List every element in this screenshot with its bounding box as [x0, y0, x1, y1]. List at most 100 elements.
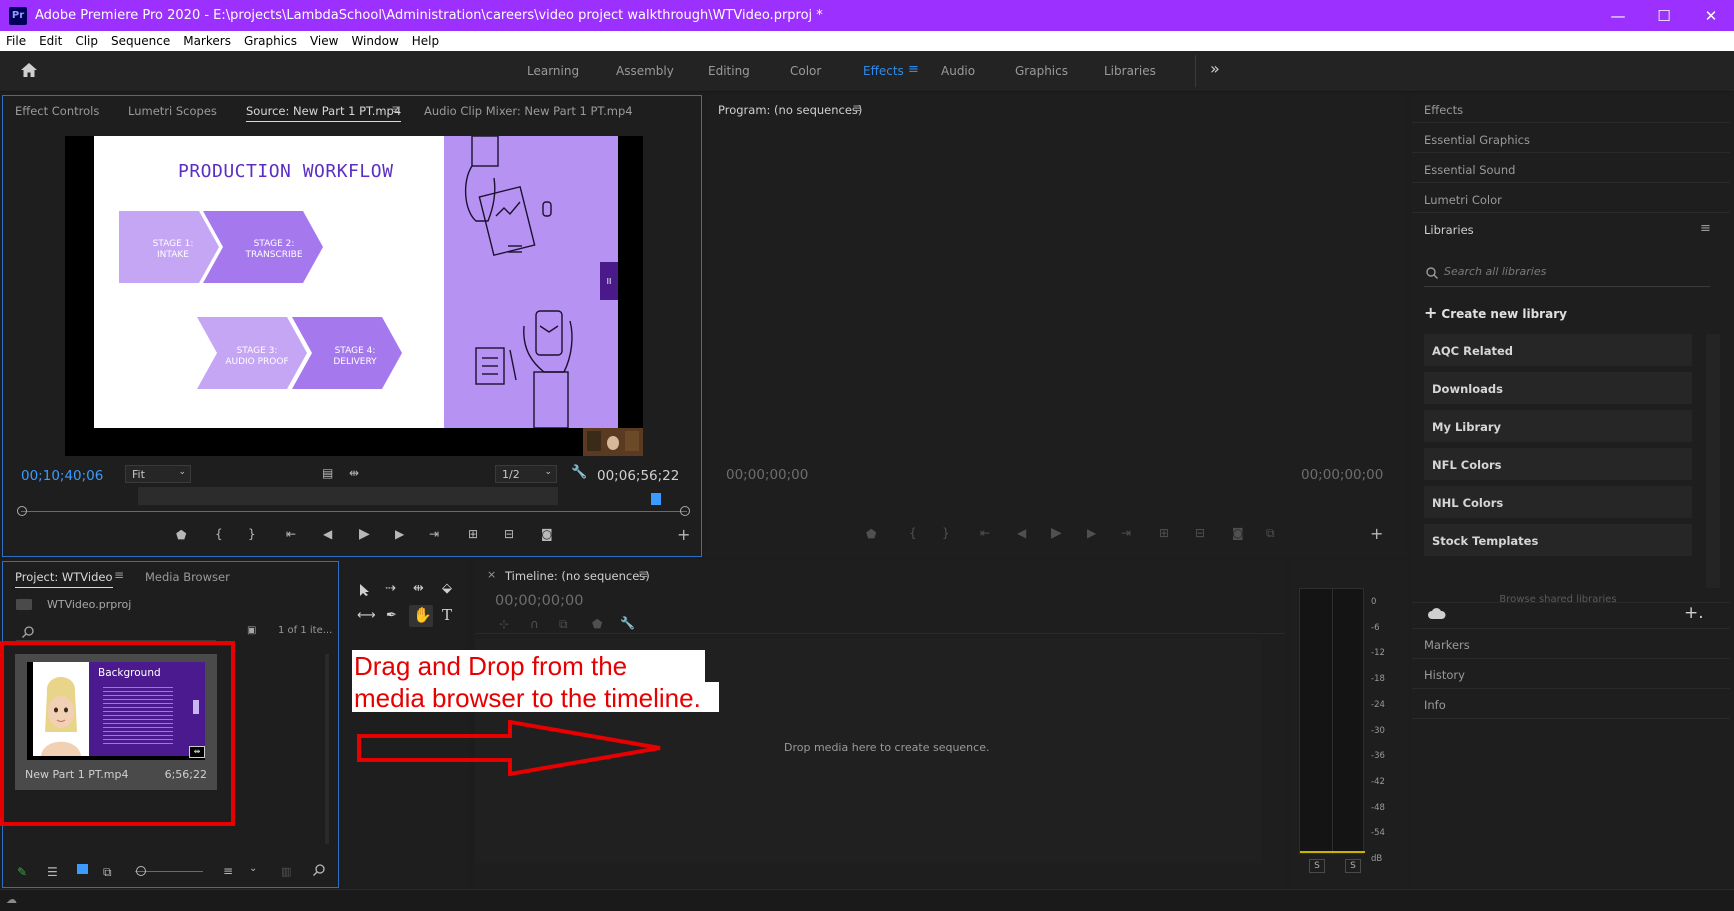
tab-source[interactable]: Source: New Part 1 PT.mp4 — [246, 104, 402, 122]
add-marker-icon[interactable]: ⬟ — [592, 617, 602, 631]
go-to-in-icon[interactable]: ⇤ — [286, 527, 296, 541]
library-item[interactable]: NHL Colors — [1424, 486, 1692, 518]
resolution-dropdown[interactable]: 1/2 ⌄ — [495, 465, 557, 483]
home-icon[interactable] — [20, 62, 38, 78]
minimize-button[interactable]: — — [1595, 0, 1641, 31]
timeline-panel-menu-icon[interactable]: ≡ — [638, 567, 648, 581]
razor-tool-icon[interactable]: ⬙ — [442, 581, 452, 596]
solo-right-button[interactable]: S — [1345, 859, 1361, 873]
step-forward-icon[interactable]: ▶ — [1087, 526, 1096, 540]
source-zoom-scrollbar[interactable] — [138, 487, 558, 505]
mark-out-icon[interactable]: } — [248, 527, 256, 541]
linked-selection-icon[interactable]: ⧉ — [559, 617, 568, 632]
sort-icons-icon[interactable]: ≡ — [223, 864, 233, 878]
wrench-settings-icon[interactable]: 🔧 — [571, 465, 587, 480]
maximize-button[interactable]: ☐ — [1641, 0, 1687, 31]
workspace-learning[interactable]: Learning — [527, 64, 579, 78]
workspace-audio[interactable]: Audio — [941, 64, 975, 78]
library-item[interactable]: Downloads — [1424, 372, 1692, 404]
add-button-icon[interactable]: + — [1370, 524, 1383, 543]
menu-help[interactable]: Help — [412, 34, 439, 48]
new-search-bin-icon[interactable]: ▣ — [247, 625, 256, 636]
go-to-out-icon[interactable]: ⇥ — [1121, 526, 1131, 540]
program-timecode-current[interactable]: 00;00;00;00 — [726, 467, 808, 483]
panel-info[interactable]: Info — [1424, 698, 1446, 712]
safe-margins-icon[interactable]: ▤ — [322, 466, 333, 480]
source-timecode-current[interactable]: 00;10;40;06 — [21, 468, 103, 484]
timeline-settings-wrench-icon[interactable]: 🔧 — [620, 616, 635, 630]
workspace-effects-menu-icon[interactable]: ≡ — [908, 62, 919, 77]
nest-toggle-icon[interactable]: ⊹ — [499, 617, 509, 631]
freeform-view-icon[interactable]: ⧉ — [103, 865, 112, 880]
tab-media-browser[interactable]: Media Browser — [145, 570, 230, 584]
source-ruler-start-handle[interactable] — [17, 506, 27, 516]
zoom-dropdown[interactable]: Fit ⌄ — [125, 465, 191, 483]
menu-sequence[interactable]: Sequence — [111, 34, 170, 48]
workspace-effects[interactable]: Effects — [863, 64, 904, 78]
zoom-slider-handle[interactable] — [136, 866, 146, 876]
menu-clip[interactable]: Clip — [75, 34, 98, 48]
step-back-icon[interactable]: ◀ — [1017, 526, 1026, 540]
play-icon[interactable]: ▶ — [1051, 525, 1062, 541]
source-panel-menu-icon[interactable]: ≡ — [391, 102, 401, 116]
chevron-down-icon[interactable]: ⌄ — [249, 863, 257, 874]
add-library-element-icon[interactable]: +. — [1684, 603, 1704, 623]
libraries-menu-icon[interactable]: ≡ — [1700, 221, 1711, 236]
pen-tool-icon[interactable]: ✒ — [386, 608, 397, 623]
project-panel-menu-icon[interactable]: ≡ — [114, 568, 124, 582]
type-tool-icon[interactable]: T — [442, 606, 452, 624]
tab-program[interactable]: Program: (no sequences) — [718, 103, 862, 117]
comparison-view-icon[interactable]: ⧉ — [1266, 526, 1275, 541]
libraries-scrollbar[interactable] — [1706, 334, 1720, 588]
source-ruler-end-handle[interactable] — [680, 506, 690, 516]
menu-markers[interactable]: Markers — [183, 34, 231, 48]
close-timeline-icon[interactable]: × — [487, 568, 496, 581]
go-to-in-icon[interactable]: ⇤ — [980, 526, 990, 540]
library-item[interactable]: My Library — [1424, 410, 1692, 442]
export-frame-camera-icon[interactable]: ◙ — [541, 527, 553, 541]
add-marker-icon[interactable]: ⬟ — [866, 527, 876, 541]
selection-tool-icon[interactable] — [359, 583, 371, 597]
tab-project[interactable]: Project: WTVideo — [15, 570, 113, 588]
menu-edit[interactable]: Edit — [39, 34, 62, 48]
overwrite-icon[interactable]: ⊟ — [504, 527, 514, 541]
library-item[interactable]: AQC Related — [1424, 334, 1692, 366]
timeline-timecode[interactable]: 00;00;00;00 — [495, 593, 583, 609]
panel-libraries[interactable]: Libraries — [1424, 223, 1474, 237]
creative-cloud-sync-icon[interactable] — [1428, 608, 1446, 620]
workspace-graphics[interactable]: Graphics — [1015, 64, 1068, 78]
hand-tool-button[interactable]: ✋ — [409, 605, 433, 627]
find-icon[interactable] — [313, 864, 325, 876]
export-frame-camera-icon[interactable]: ◙ — [1232, 526, 1244, 540]
ripple-edit-tool-icon[interactable]: ⇹ — [413, 581, 424, 596]
panel-essential-graphics[interactable]: Essential Graphics — [1424, 133, 1530, 147]
menu-graphics[interactable]: Graphics — [244, 34, 297, 48]
slip-tool-icon[interactable]: ⟷ — [357, 608, 376, 623]
project-scrollbar[interactable] — [325, 654, 329, 844]
panel-lumetri-color[interactable]: Lumetri Color — [1424, 193, 1502, 207]
mark-out-icon[interactable]: } — [942, 526, 950, 540]
workspace-overflow-icon[interactable]: » — [1210, 59, 1220, 78]
tab-audio-clip-mixer[interactable]: Audio Clip Mixer: New Part 1 PT.mp4 — [424, 104, 633, 118]
workspace-assembly[interactable]: Assembly — [616, 64, 674, 78]
step-forward-icon[interactable]: ▶ — [395, 527, 404, 541]
step-back-icon[interactable]: ◀ — [323, 527, 332, 541]
add-marker-icon[interactable]: ⬟ — [176, 528, 186, 542]
extract-icon[interactable]: ⊟ — [1195, 526, 1205, 540]
menu-view[interactable]: View — [310, 34, 338, 48]
panel-markers[interactable]: Markers — [1424, 638, 1470, 652]
tab-lumetri-scopes[interactable]: Lumetri Scopes — [128, 104, 217, 118]
library-item[interactable]: Stock Templates — [1424, 524, 1692, 556]
go-to-out-icon[interactable]: ⇥ — [429, 527, 439, 541]
creative-cloud-status-icon[interactable]: ☁ — [6, 893, 17, 906]
menu-window[interactable]: Window — [351, 34, 398, 48]
icon-view-icon[interactable] — [77, 864, 88, 874]
project-search-field[interactable] — [16, 623, 216, 641]
automate-to-sequence-icon[interactable]: ▥ — [281, 865, 291, 878]
tab-effect-controls[interactable]: Effect Controls — [15, 104, 99, 118]
list-view-icon[interactable]: ☰ — [47, 865, 58, 879]
play-icon[interactable]: ▶ — [359, 526, 370, 542]
close-button[interactable]: ✕ — [1688, 0, 1734, 31]
program-panel-menu-icon[interactable]: ≡ — [852, 101, 862, 115]
workspace-editing[interactable]: Editing — [708, 64, 750, 78]
